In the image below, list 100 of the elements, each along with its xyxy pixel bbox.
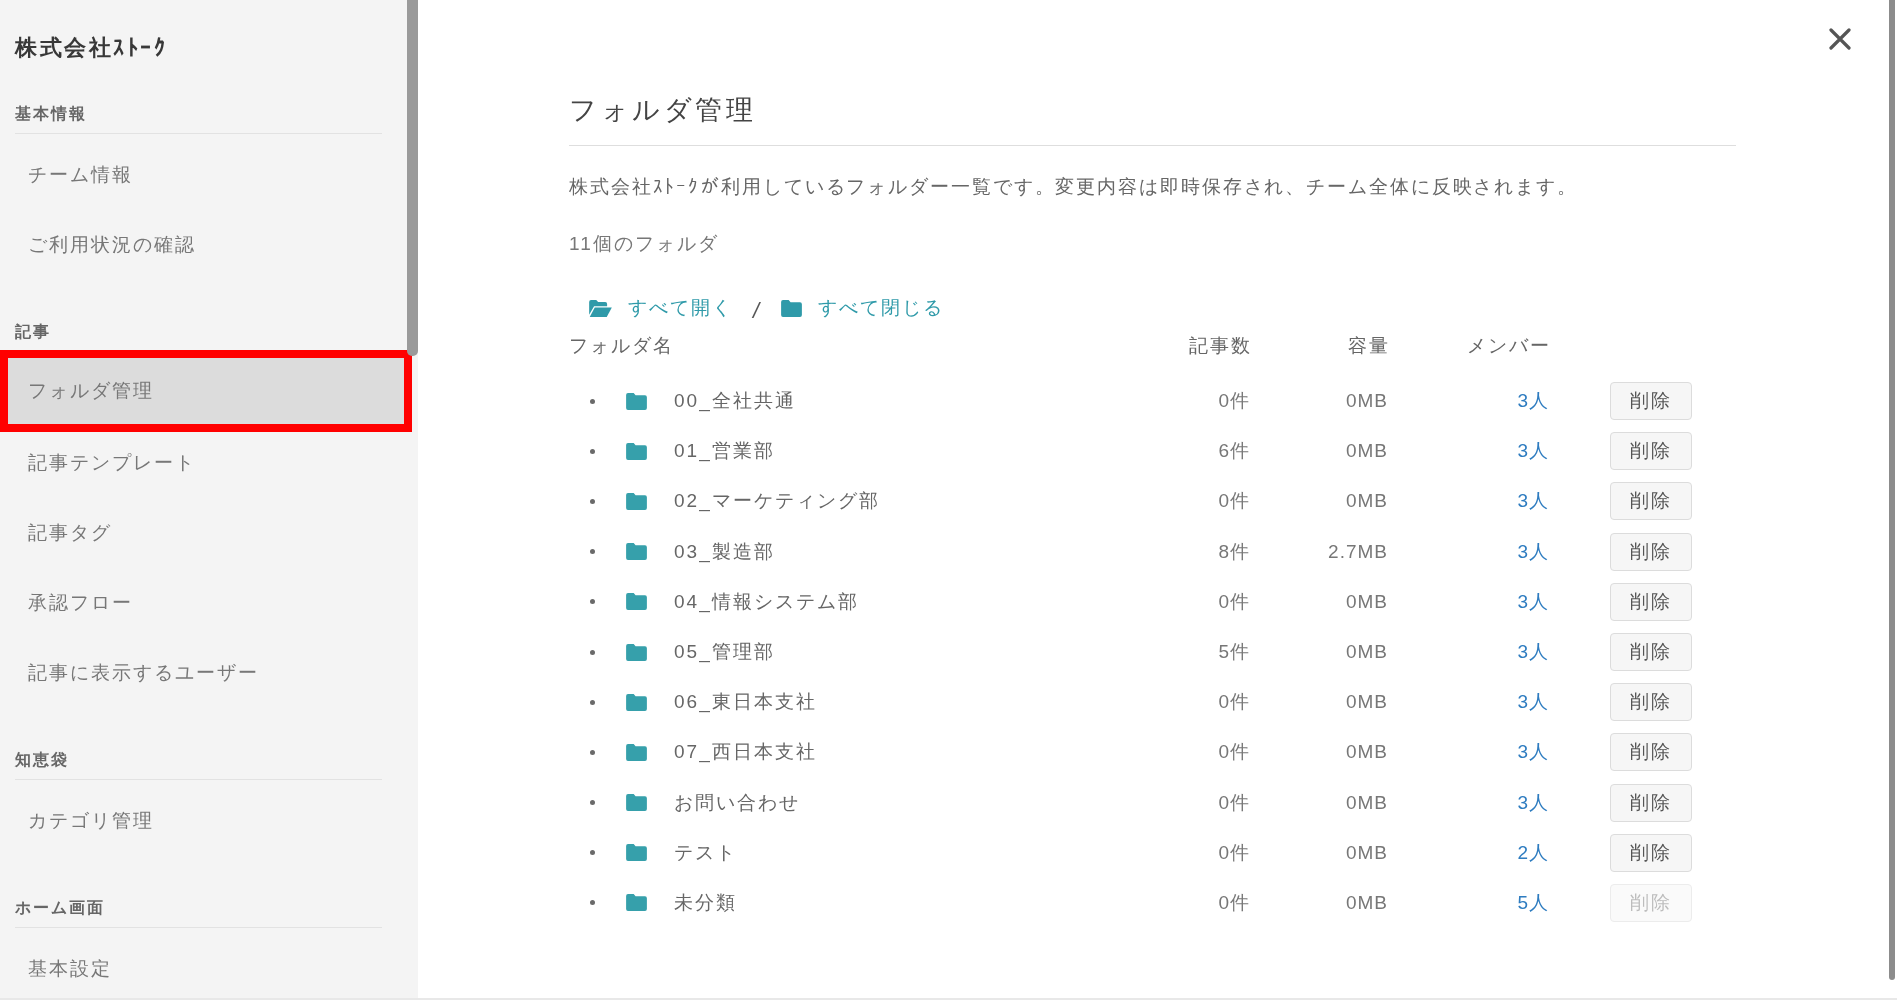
close-icon (1829, 28, 1851, 50)
bullet-icon (590, 398, 595, 404)
section-heading: ホーム画面 (15, 899, 105, 916)
sidebar-item[interactable]: フォルダ管理 (0, 350, 412, 432)
folder-icon (626, 794, 647, 812)
member-count-link[interactable]: 3人 (1517, 538, 1549, 565)
article-count: 0件 (1218, 790, 1250, 815)
section-heading: 知恵袋 (15, 751, 69, 768)
sidebar-item[interactable]: チーム情報 (8, 140, 404, 210)
folder-icon (781, 299, 803, 317)
member-count-link[interactable]: 3人 (1517, 689, 1549, 716)
folder-icon (626, 593, 647, 611)
scrollbar-thumb[interactable] (407, 0, 418, 356)
folder-name: 06_東日本支社 (674, 690, 817, 715)
bullet-icon (590, 599, 595, 605)
article-count: 8件 (1218, 539, 1250, 564)
folder-name: お問い合わせ (674, 790, 800, 815)
bullet-icon (590, 498, 595, 504)
member-count-link[interactable]: 3人 (1517, 438, 1549, 465)
article-count: 0件 (1218, 740, 1250, 765)
article-count: 0件 (1218, 589, 1250, 614)
folder-icon (626, 894, 647, 912)
delete-button[interactable]: 削除 (1610, 432, 1692, 471)
article-count: 0件 (1218, 890, 1250, 915)
column-header: フォルダ名 (569, 334, 674, 358)
storage-size: 0MB (1345, 741, 1388, 764)
storage-size: 0MB (1345, 590, 1388, 613)
delete-button[interactable]: 削除 (1610, 733, 1692, 772)
member-count-link[interactable]: 3人 (1517, 588, 1549, 615)
company-name: 株式会社ｽﾄｰｸ (15, 35, 167, 60)
scrollbar-thumb[interactable] (1889, 0, 1895, 980)
folder-name: 04_情報システム部 (674, 589, 859, 615)
storage-size: 0MB (1345, 691, 1388, 714)
folder-icon (626, 844, 647, 862)
folder-name: 05_管理部 (674, 640, 775, 665)
folder-name: 07_西日本支社 (674, 740, 817, 765)
delete-button[interactable]: 削除 (1610, 482, 1692, 521)
bullet-icon (590, 900, 595, 906)
folder-icon (626, 643, 647, 661)
sidebar-item[interactable]: 基本設定 (8, 934, 404, 998)
member-count-link[interactable]: 3人 (1517, 639, 1549, 666)
bullet-icon (590, 699, 595, 705)
member-count-link[interactable]: 3人 (1517, 739, 1549, 766)
article-count: 0件 (1218, 389, 1250, 414)
folder-icon (626, 693, 647, 711)
storage-size: 0MB (1345, 390, 1388, 413)
article-count: 0件 (1218, 489, 1250, 514)
sidebar-item[interactable]: 記事に表示するユーザー (8, 638, 404, 708)
folder-name: 02_マーケティング部 (674, 489, 880, 514)
storage-size: 0MB (1345, 490, 1388, 513)
folder-name: 未分類 (674, 890, 737, 915)
delete-button[interactable]: 削除 (1610, 833, 1692, 872)
column-header: 記事数 (1189, 334, 1252, 358)
article-count: 5件 (1218, 640, 1250, 665)
separator-text: / (753, 297, 760, 325)
section-heading: 基本情報 (15, 105, 87, 122)
delete-button[interactable]: 削除 (1610, 683, 1692, 722)
storage-size: 0MB (1345, 641, 1388, 664)
section-heading: 記事 (15, 323, 51, 340)
folder-name: 01_営業部 (674, 439, 775, 464)
article-count: 0件 (1218, 690, 1250, 715)
folder-icon (626, 442, 647, 460)
delete-button[interactable]: 削除 (1610, 633, 1692, 672)
bullet-icon (590, 448, 595, 454)
folder-icon (626, 492, 647, 510)
storage-size: 0MB (1345, 841, 1388, 864)
sidebar-item[interactable]: カテゴリ管理 (8, 786, 404, 856)
member-count-link[interactable]: 3人 (1517, 488, 1549, 515)
member-count-link[interactable]: 2人 (1517, 839, 1549, 866)
folder-icon (626, 392, 647, 410)
bullet-icon (590, 800, 595, 806)
folder-name: 03_製造部 (674, 539, 775, 565)
folder-icon (626, 543, 647, 561)
delete-button[interactable]: 削除 (1610, 382, 1692, 421)
folder-icon (626, 743, 647, 761)
collapse-all-link[interactable]: すべて閉じる (781, 293, 945, 323)
sidebar-item[interactable]: 記事タグ (8, 498, 404, 568)
storage-size: 0MB (1345, 440, 1388, 463)
folder-open-icon (589, 299, 612, 317)
member-count-link[interactable]: 3人 (1517, 388, 1549, 415)
column-header: 容量 (1348, 334, 1390, 358)
folder-name: テスト (674, 840, 737, 865)
delete-button[interactable]: 削除 (1610, 783, 1692, 822)
article-count: 0件 (1218, 840, 1250, 865)
storage-size: 0MB (1345, 891, 1388, 914)
sidebar-item[interactable]: 承認フロー (8, 568, 404, 638)
bullet-icon (590, 749, 595, 755)
bullet-icon (590, 549, 595, 555)
bullet-icon (590, 649, 595, 655)
storage-size: 2.7MB (1328, 540, 1388, 563)
description-text: 株式会社ｽﾄｰｸが利用しているフォルダー一覧です。変更内容は即時保存され、チーム全体に反映されます。 (569, 175, 1579, 199)
dialog-title: フォルダ管理 (569, 94, 757, 127)
delete-button[interactable]: 削除 (1610, 582, 1692, 621)
member-count-link[interactable]: 3人 (1517, 789, 1549, 816)
sidebar-item[interactable]: ご利用状況の確認 (8, 210, 404, 280)
storage-size: 0MB (1345, 791, 1388, 814)
expand-all-link[interactable]: すべて開く (589, 293, 733, 323)
column-header: メンバー (1467, 334, 1551, 358)
delete-button[interactable]: 削除 (1610, 532, 1692, 571)
folder-count: 11個のフォルダ (569, 233, 719, 254)
